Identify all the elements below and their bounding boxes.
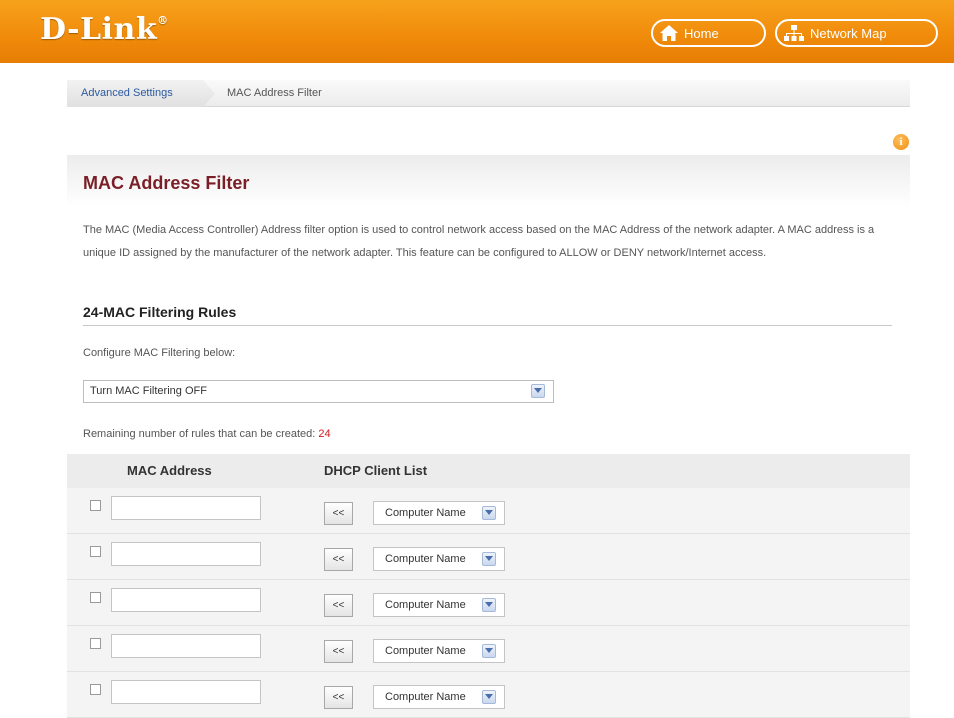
rule-enable-checkbox[interactable] <box>90 500 101 511</box>
breadcrumb-advanced-settings[interactable]: Advanced Settings <box>67 80 215 107</box>
column-header-dhcp-client-list: DHCP Client List <box>324 463 428 478</box>
dropdown-arrow-icon[interactable] <box>482 552 496 566</box>
table-row: << Computer Name <box>67 534 910 580</box>
remaining-rules: Remaining number of rules that can be cr… <box>83 428 331 440</box>
dhcp-client-value: Computer Name <box>385 553 466 565</box>
breadcrumb-mac-address-filter: MAC Address Filter <box>227 87 322 99</box>
copy-mac-button[interactable]: << <box>324 502 353 525</box>
top-header: D-Link® Home Network Map <box>0 0 954 63</box>
copy-mac-button[interactable]: << <box>324 640 353 663</box>
home-button[interactable]: Home <box>651 19 766 47</box>
info-icon[interactable]: i <box>893 134 909 150</box>
dropdown-arrow-icon[interactable] <box>531 384 545 398</box>
logo-text: D-Link <box>40 12 158 47</box>
rule-enable-checkbox[interactable] <box>90 684 101 695</box>
column-header-mac-address: MAC Address <box>127 463 212 478</box>
dhcp-client-select[interactable]: Computer Name <box>373 501 505 525</box>
page-description: The MAC (Media Access Controller) Addres… <box>83 224 875 259</box>
remaining-count: 24 <box>318 428 331 440</box>
mac-address-input[interactable] <box>111 496 261 520</box>
mac-address-input[interactable] <box>111 542 261 566</box>
title-bar: MAC Address Filter <box>67 155 910 207</box>
page-title: MAC Address Filter <box>83 173 250 193</box>
dhcp-client-value: Computer Name <box>385 599 466 611</box>
home-label: Home <box>684 25 719 41</box>
configure-label: Configure MAC Filtering below: <box>83 347 236 359</box>
rules-table: << Computer Name << Computer Name << Com… <box>67 488 910 718</box>
dlink-logo[interactable]: D-Link® <box>40 12 169 47</box>
logo-registered-mark: ® <box>157 14 169 27</box>
mac-filter-mode-value: Turn MAC Filtering OFF <box>90 385 207 397</box>
dropdown-arrow-icon[interactable] <box>482 506 496 520</box>
dhcp-client-select[interactable]: Computer Name <box>373 593 505 617</box>
section-divider <box>83 325 892 326</box>
network-map-label: Network Map <box>810 25 887 41</box>
rule-enable-checkbox[interactable] <box>90 638 101 649</box>
copy-mac-button[interactable]: << <box>324 594 353 617</box>
dhcp-client-select[interactable]: Computer Name <box>373 639 505 663</box>
home-icon <box>659 24 679 42</box>
copy-mac-button[interactable]: << <box>324 686 353 709</box>
mac-filter-mode-select[interactable]: Turn MAC Filtering OFF <box>83 380 554 403</box>
section-title: 24-MAC Filtering Rules <box>83 304 237 320</box>
table-header: MAC Address DHCP Client List <box>67 454 910 488</box>
mac-address-input[interactable] <box>111 680 261 704</box>
rule-enable-checkbox[interactable] <box>90 546 101 557</box>
dhcp-client-value: Computer Name <box>385 507 466 519</box>
mac-address-input[interactable] <box>111 588 261 612</box>
dropdown-arrow-icon[interactable] <box>482 644 496 658</box>
remaining-label: Remaining number of rules that can be cr… <box>83 428 316 440</box>
table-row: << Computer Name <box>67 626 910 672</box>
table-row: << Computer Name <box>67 580 910 626</box>
breadcrumb: Advanced Settings MAC Address Filter <box>67 80 910 107</box>
dropdown-arrow-icon[interactable] <box>482 690 496 704</box>
dhcp-client-value: Computer Name <box>385 691 466 703</box>
table-row: << Computer Name <box>67 488 910 534</box>
dropdown-arrow-icon[interactable] <box>482 598 496 612</box>
mac-address-input[interactable] <box>111 634 261 658</box>
dhcp-client-select[interactable]: Computer Name <box>373 685 505 709</box>
dhcp-client-value: Computer Name <box>385 645 466 657</box>
dhcp-client-select[interactable]: Computer Name <box>373 547 505 571</box>
copy-mac-button[interactable]: << <box>324 548 353 571</box>
table-row: << Computer Name <box>67 672 910 718</box>
main-panel: MAC Address Filter The MAC (Media Access… <box>67 155 910 718</box>
network-map-button[interactable]: Network Map <box>775 19 938 47</box>
network-map-icon <box>783 24 805 42</box>
rule-enable-checkbox[interactable] <box>90 592 101 603</box>
